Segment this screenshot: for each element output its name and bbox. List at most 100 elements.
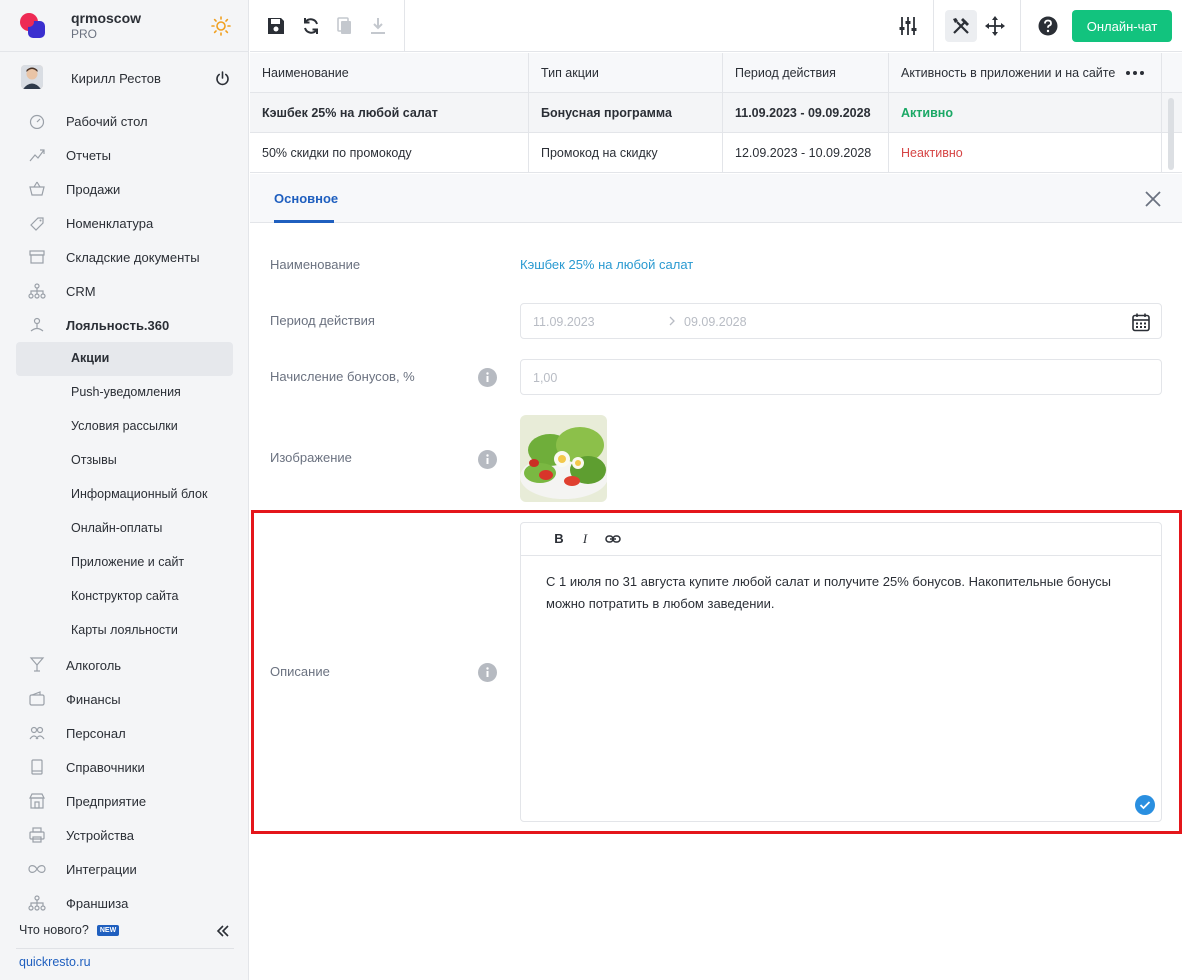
help-icon[interactable] [1037,15,1059,37]
nav-item-directories[interactable]: Справочники [0,750,249,784]
printer-icon [29,827,45,843]
name-value[interactable]: Кэшбек 25% на любой салат [520,257,693,272]
nav-item-nomenclature[interactable]: Номенклатура [0,206,249,240]
table-scrollbar[interactable] [1168,98,1174,170]
nav-label: Устройства [66,827,135,843]
sliders-icon[interactable] [897,15,919,37]
promotions-table: Наименование Тип акции Период действия А… [250,53,1182,173]
whats-new-label: Что нового? [19,923,89,937]
sub-item-mailing-conditions[interactable]: Условия рассылки [16,410,233,444]
gauge-icon [29,114,45,129]
sub-item-app-and-site[interactable]: Приложение и сайт [16,546,233,580]
column-header-activity[interactable]: Активность в приложении и на сайте [889,53,1162,93]
name-label: Наименование [270,257,361,272]
info-icon[interactable] [478,450,497,469]
table-header: Наименование Тип акции Период действия А… [250,53,1182,93]
more-options-icon[interactable] [1126,71,1144,75]
nav-item-sales[interactable]: Продажи [0,172,249,206]
tab-main[interactable]: Основное [274,174,338,223]
nav-item-devices[interactable]: Устройства [0,818,249,852]
power-icon[interactable] [215,71,230,86]
nav-item-integrations[interactable]: Интеграции [0,852,249,886]
infinity-icon [28,865,46,873]
nav-item-finance[interactable]: Финансы [0,682,249,716]
nav-label: Франшиза [66,895,129,911]
book-icon [31,759,43,775]
online-chat-button[interactable]: Онлайн-чат [1072,10,1172,42]
bold-icon[interactable]: B [551,531,567,547]
refresh-icon[interactable] [300,15,322,37]
sub-item-info-block[interactable]: Информационный блок [16,478,233,512]
chevron-right-icon [669,316,675,326]
row-type: Промокод на скидку [529,133,723,173]
row-period: 12.09.2023 - 10.09.2028 [723,133,889,173]
description-text[interactable]: С 1 июля по 31 августа купите любой сала… [546,571,1126,615]
close-icon[interactable] [1144,190,1162,208]
save-icon[interactable] [265,15,287,37]
nav-label: Справочники [66,759,145,775]
period-end: 09.09.2028 [684,315,747,329]
whats-new-link[interactable]: Что нового? NEW [19,923,120,937]
sun-icon[interactable] [211,16,231,36]
download-icon[interactable] [367,15,389,37]
column-header-period[interactable]: Период действия [723,53,889,93]
nav-label: Складские документы [66,249,200,265]
table-row[interactable]: 50% скидки по промокоду Промокод на скид… [250,133,1182,173]
table-row[interactable]: Кэшбек 25% на любой салат Бонусная прогр… [250,93,1182,133]
site-link[interactable]: quickresto.ru [19,955,91,969]
info-icon[interactable] [478,663,497,682]
tag-icon [30,217,44,231]
sub-item-online-payments[interactable]: Онлайн-оплаты [16,512,233,546]
sub-item-label: Push-уведомления [71,385,181,399]
sub-item-site-builder[interactable]: Конструктор сайта [16,580,233,614]
nav-item-loyalty[interactable]: Лояльность.360 [0,308,249,342]
period-start: 11.09.2023 [533,315,595,329]
sub-item-reviews[interactable]: Отзывы [16,444,233,478]
loyalty-icon [30,317,44,332]
detail-tabbar: Основное [250,174,1182,223]
sub-item-label: Онлайн-оплаты [71,521,163,535]
info-icon[interactable] [478,368,497,387]
italic-icon[interactable]: I [577,531,593,547]
nav-item-dashboard[interactable]: Рабочий стол [0,104,249,138]
sidebar: qrmoscow PRO Кирилл Рестов Рабочий стол … [0,0,249,980]
promotion-image[interactable] [520,415,607,502]
column-header-name[interactable]: Наименование [250,53,529,93]
move-icon[interactable] [984,15,1006,37]
sub-item-loyalty-cards[interactable]: Карты лояльности [16,614,233,648]
nav-label: Интеграции [66,861,137,877]
nav-item-franchise[interactable]: Франшиза [0,886,249,920]
sub-item-promotions[interactable]: Акции [16,342,233,376]
nav-label: Продажи [66,181,121,197]
avatar[interactable] [21,65,43,89]
brand-logo[interactable] [19,12,47,40]
sub-item-push[interactable]: Push-уведомления [16,376,233,410]
nav-item-enterprise[interactable]: Предприятие [0,784,249,818]
editor-toolbar: B I [521,523,1161,556]
row-name: 50% скидки по промокоду [250,133,529,173]
nav-label: Персонал [66,725,126,741]
nav-item-crm[interactable]: CRM [0,274,249,308]
company-name: qrmoscow [71,10,142,26]
nav-item-reports[interactable]: Отчеты [0,138,249,172]
main-nav: Рабочий стол Отчеты Продажи Номенклатура… [0,104,249,920]
nav-item-alcohol[interactable]: Алкоголь [0,648,249,682]
nav-label: Рабочий стол [66,113,148,129]
bonus-label: Начисление бонусов, % [270,369,415,384]
description-editor[interactable]: B I С 1 июля по 31 августа купите любой … [520,522,1162,822]
tools-icon[interactable] [950,15,972,37]
column-header-type[interactable]: Тип акции [529,53,723,93]
period-field[interactable]: 11.09.2023 09.09.2028 [520,303,1162,339]
link-icon[interactable] [605,531,621,547]
check-circle-icon[interactable] [1135,795,1155,815]
nav-item-warehouse-docs[interactable]: Складские документы [0,240,249,274]
collapse-sidebar-icon[interactable] [216,924,230,938]
sub-item-label: Информационный блок [71,487,208,501]
nav-item-staff[interactable]: Персонал [0,716,249,750]
store-icon [29,793,45,809]
sub-item-label: Приложение и сайт [71,555,185,569]
bonus-input[interactable]: 1,00 [520,359,1162,395]
calendar-icon[interactable] [1131,312,1151,332]
copy-icon[interactable] [334,15,356,37]
salad-image [520,415,607,502]
